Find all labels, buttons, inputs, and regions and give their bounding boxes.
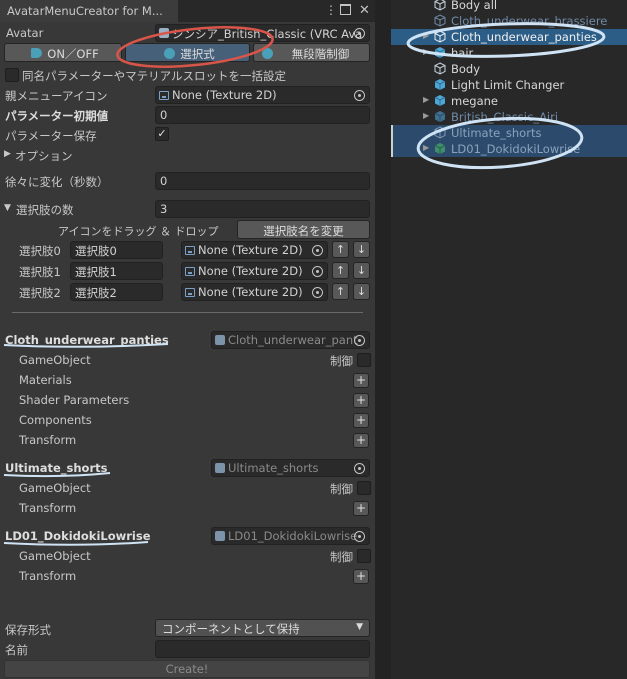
blue-annotation-circle [406, 22, 606, 58]
underline-annotation [3, 541, 149, 546]
underline-annotation [3, 472, 111, 478]
red-annotation-circle [116, 26, 274, 68]
blue-annotation-circle [416, 116, 584, 170]
annotation-overlay [3, 22, 606, 546]
underline-annotation [3, 343, 169, 348]
